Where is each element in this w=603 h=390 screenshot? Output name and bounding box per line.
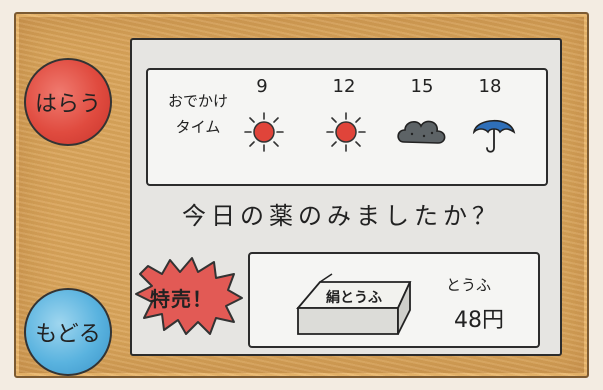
pay-button-label: はらう: [34, 92, 101, 117]
weather-forecast-panel: おでかけ タイム 9 12 15 18: [146, 68, 548, 186]
medicine-question: 今日の薬のみましたか？: [182, 202, 501, 230]
outing-time-label-line2: タイム: [175, 118, 221, 136]
back-button[interactable]: もどる: [24, 288, 112, 376]
hour-label: 15: [410, 76, 434, 97]
outing-time-label-line1: おでかけ: [167, 92, 228, 110]
cloud-icon: [397, 120, 446, 144]
outing-time-label: おでかけ タイム: [154, 88, 242, 140]
hour-label: 12: [332, 76, 356, 97]
product-name: とうふ: [446, 276, 492, 294]
tofu-package-icon: [296, 273, 412, 335]
back-button-label: もどる: [35, 322, 101, 347]
product-card-tofu[interactable]: 絹とうふ とうふ 48円: [248, 252, 540, 348]
umbrella-icon: [472, 120, 516, 153]
sun-icon: [326, 112, 366, 152]
product-price: 48円: [454, 308, 504, 333]
sun-icon: [244, 112, 284, 152]
hour-label: 9: [256, 76, 268, 97]
sale-badge-label: 特売！: [150, 287, 213, 311]
tofu-package-label: 絹とうふ: [326, 290, 382, 306]
hour-label: 18: [478, 76, 502, 97]
pay-button[interactable]: はらう: [24, 58, 112, 146]
